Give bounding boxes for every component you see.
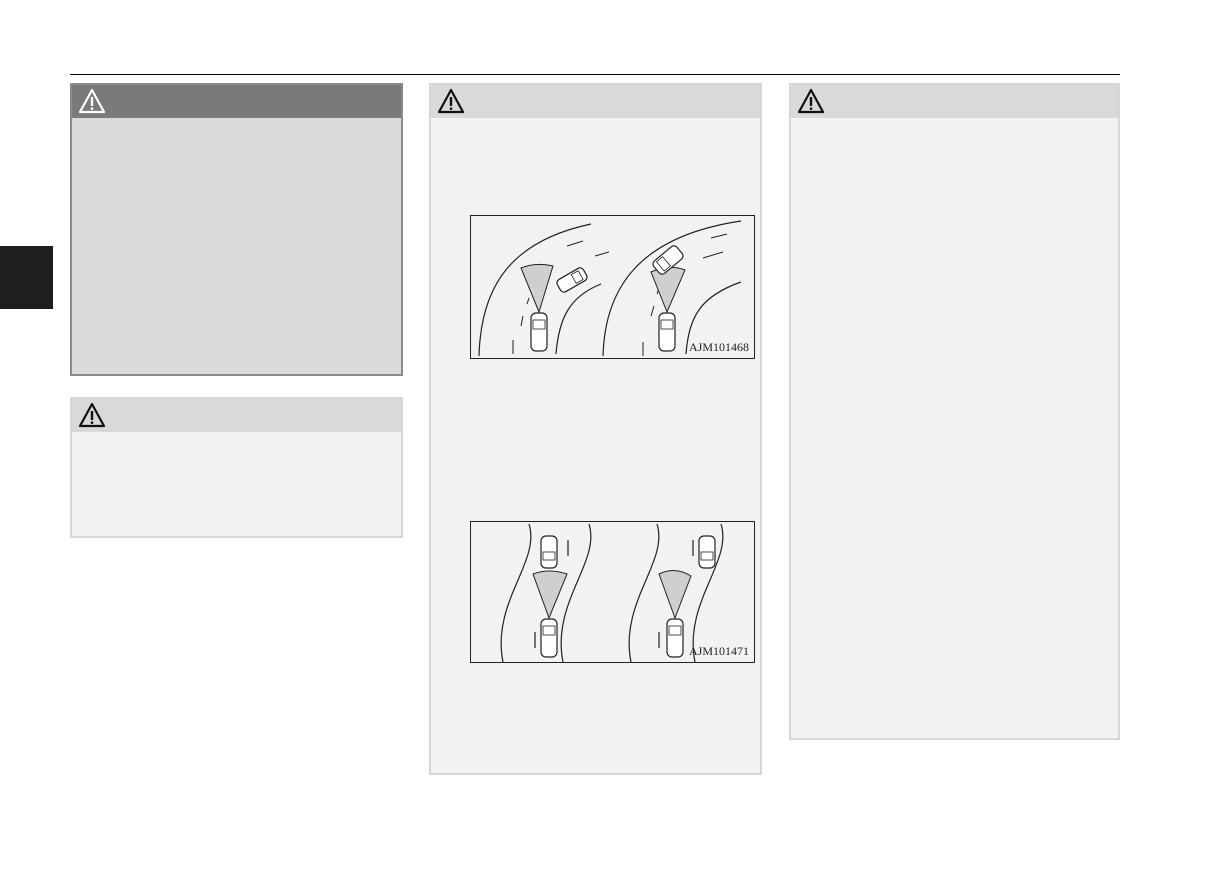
- figure-code: AJM101468: [688, 340, 749, 354]
- warning-header: [431, 85, 760, 118]
- top-rule: [70, 74, 1120, 75]
- warning-triangle-icon: [78, 402, 106, 428]
- warning-header: [791, 85, 1118, 118]
- warning-header: [72, 399, 401, 432]
- curve-road-illustration: [478, 220, 742, 357]
- warning-box-2: [70, 397, 403, 538]
- warning-box-1: [70, 83, 403, 376]
- warning-header: [72, 85, 401, 118]
- lane-figure: AJM101471: [470, 521, 755, 663]
- warning-triangle-icon: [797, 88, 825, 114]
- warning-box-4: [789, 83, 1120, 740]
- section-tab: [0, 246, 53, 309]
- warning-triangle-icon: [437, 88, 465, 114]
- lane-illustration: [500, 523, 724, 662]
- warning-triangle-icon: [78, 88, 106, 114]
- figure-code: AJM101471: [688, 644, 749, 658]
- warning-box-3: [429, 83, 762, 775]
- curve-road-figure: AJM101468: [470, 215, 755, 359]
